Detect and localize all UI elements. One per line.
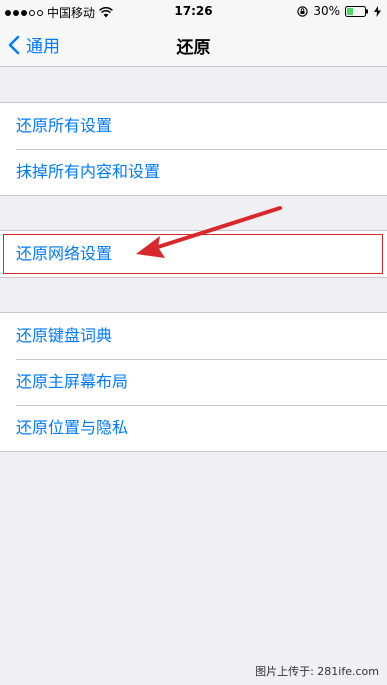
charging-bolt-icon [374, 5, 381, 17]
navigation-bar: 通用 还原 [0, 22, 387, 67]
page-title: 还原 [176, 38, 211, 58]
reset-group-3: 还原键盘词典 还原主屏幕布局 还原位置与隐私 [0, 312, 387, 452]
watermark: 图片上传于: 281ife.com [255, 665, 379, 678]
erase-all-content-item[interactable]: 抹掉所有内容和设置 [0, 149, 387, 195]
battery-icon [345, 5, 368, 17]
battery-percent: 30% [313, 4, 340, 18]
rotation-lock-icon [297, 5, 309, 17]
reset-group-1: 还原所有设置 抹掉所有内容和设置 [0, 102, 387, 196]
highlight-box [3, 234, 383, 274]
reset-keyboard-dictionary-item[interactable]: 还原键盘词典 [0, 313, 387, 359]
reset-home-screen-layout-item[interactable]: 还原主屏幕布局 [0, 359, 387, 405]
reset-all-settings-item[interactable]: 还原所有设置 [0, 103, 387, 149]
status-bar: 中国移动 17:26 30% [0, 0, 387, 22]
status-right: 30% [297, 4, 381, 18]
reset-location-privacy-item[interactable]: 还原位置与隐私 [0, 405, 387, 451]
